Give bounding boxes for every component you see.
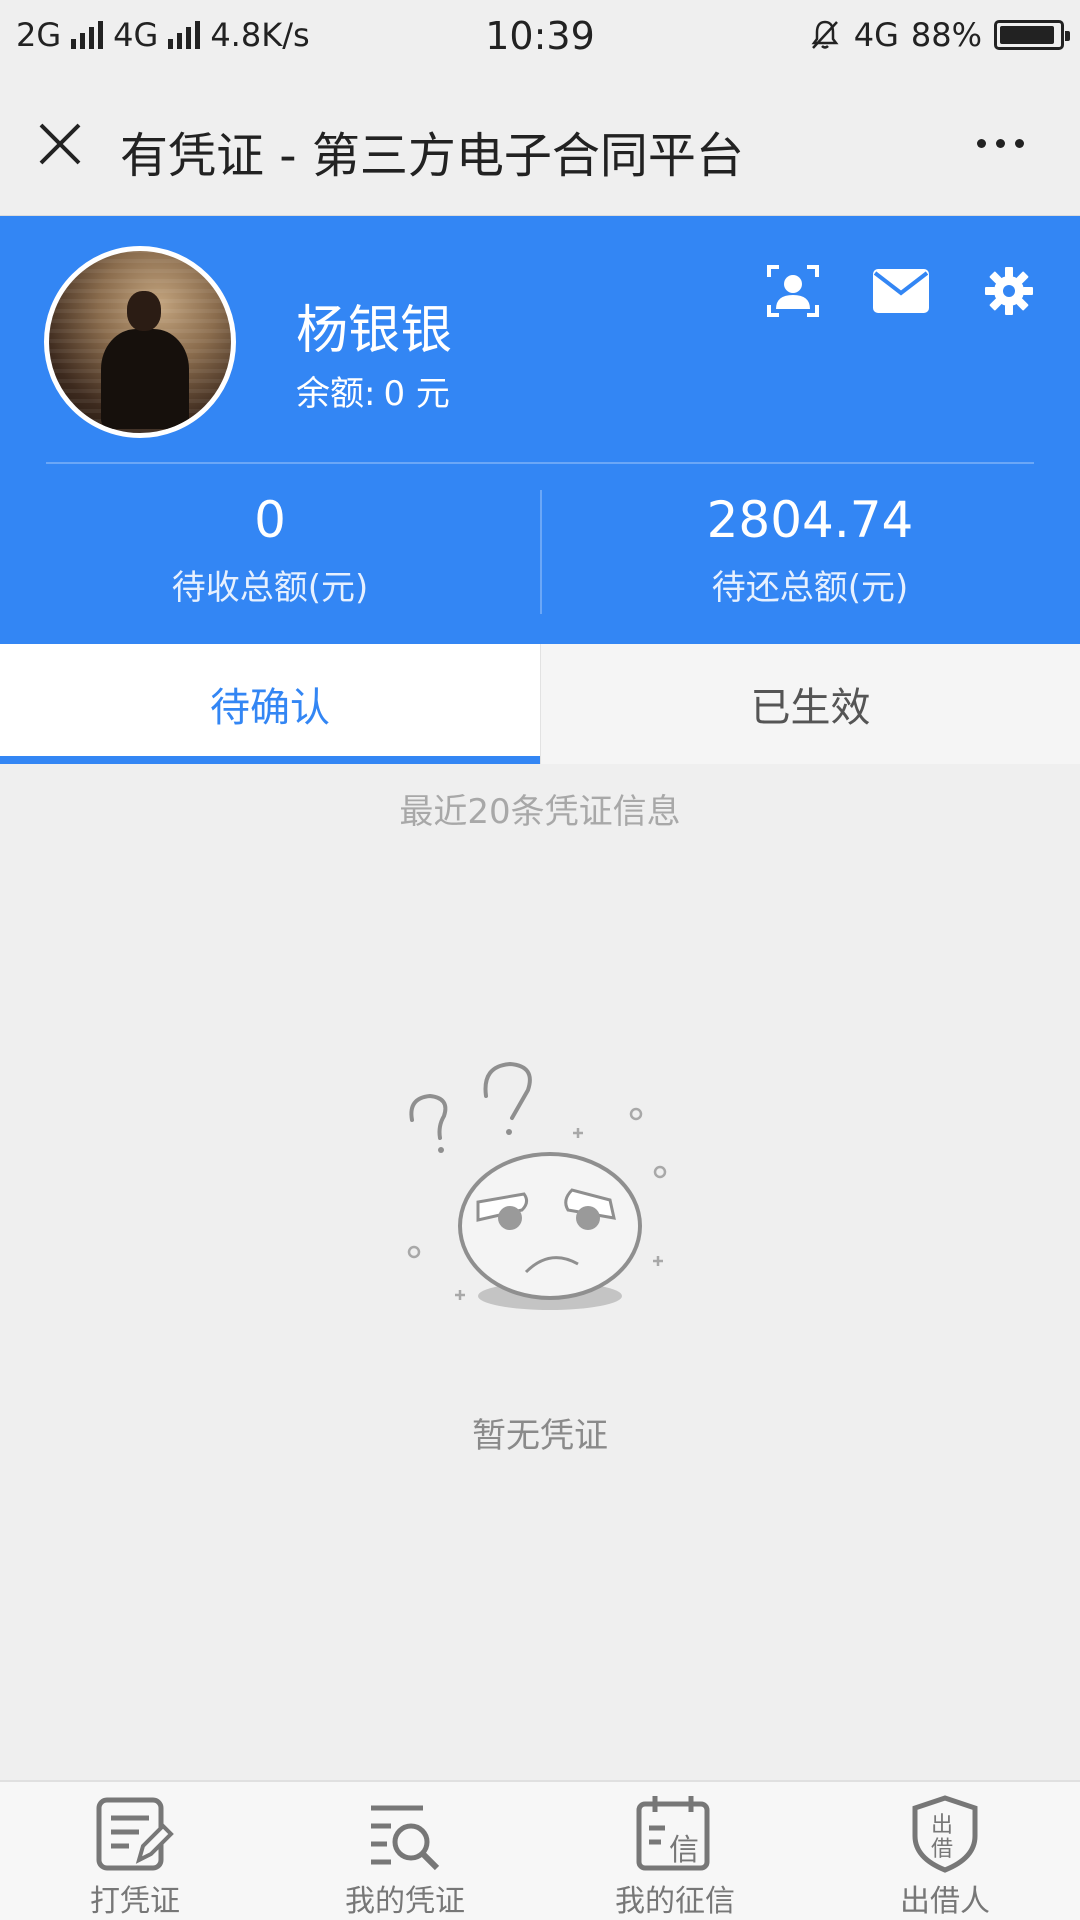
receivable-total[interactable]: 0 待收总额(元): [0, 492, 540, 609]
nav-label: 我的凭证: [345, 1884, 465, 1919]
status-right: 4G 88%: [808, 16, 1070, 54]
empty-state-text: 暂无凭证: [472, 1416, 608, 1456]
status-bar: 2G 4G 4.8K/s 10:39 4G 88%: [0, 0, 1080, 72]
settings-button[interactable]: [978, 260, 1040, 322]
balance-label: 余额:: [296, 374, 376, 414]
tab-effective[interactable]: 已生效: [540, 644, 1080, 764]
more-dot: [1014, 138, 1024, 148]
header-divider: [46, 462, 1034, 464]
receivable-value: 0: [254, 491, 286, 549]
nav-label: 我的征信: [615, 1884, 735, 1919]
balance: 余额: 0 元: [296, 366, 450, 415]
svg-text:借: 借: [931, 1837, 953, 1862]
avatar-figure-head: [127, 291, 161, 331]
nav-label: 打凭证: [90, 1884, 180, 1919]
more-dot: [995, 138, 1005, 148]
user-name: 杨银银: [296, 301, 453, 361]
battery-percent: 88%: [910, 16, 982, 54]
network-4g-right: 4G: [853, 16, 899, 54]
credit-calendar-icon: 信: [636, 1796, 710, 1871]
payable-value: 2804.74: [706, 491, 914, 549]
contact-card-icon: [767, 265, 819, 317]
nav-lender[interactable]: 出 借 出借人: [810, 1782, 1080, 1920]
balance-value: 0 元: [383, 374, 450, 414]
nav-write-voucher[interactable]: 打凭证: [0, 1782, 270, 1920]
payable-total[interactable]: 2804.74 待还总额(元): [540, 492, 1080, 609]
write-document-icon: [96, 1797, 174, 1871]
page: 2G 4G 4.8K/s 10:39 4G 88% 有凭证 - 第三方电子合同平…: [0, 0, 1080, 1920]
receivable-label: 待收总额(元): [171, 568, 369, 608]
bottom-nav: 打凭证 我的凭证 信 我的征信 出 借 出借人: [0, 1780, 1080, 1920]
envelope-icon: [873, 269, 929, 313]
recent-note: 最近20条凭证信息: [399, 792, 681, 832]
contact-card-button[interactable]: [762, 260, 824, 322]
close-button[interactable]: [30, 114, 90, 174]
svg-text:出: 出: [931, 1813, 953, 1838]
message-button[interactable]: [870, 260, 932, 322]
more-button[interactable]: [960, 118, 1040, 168]
close-icon: [39, 123, 81, 165]
mute-bell-icon: [811, 20, 839, 49]
title-bar: 有凭证 - 第三方电子合同平台: [0, 72, 1080, 216]
confused-face-icon: [407, 1061, 667, 1310]
battery-icon: [994, 20, 1070, 50]
tab-pending[interactable]: 待确认: [0, 644, 540, 764]
more-dot: [976, 138, 986, 148]
nav-label: 出借人: [900, 1884, 990, 1919]
nav-my-vouchers[interactable]: 我的凭证: [270, 1782, 540, 1920]
nav-my-credit[interactable]: 信 我的征信: [540, 1782, 810, 1920]
profile-header: 杨银银 余额: 0 元 0 待收总额(元) 2804.74 待还总额(元): [0, 216, 1080, 644]
gear-icon: [985, 267, 1033, 315]
lender-shield-icon: 出 借: [912, 1795, 978, 1873]
avatar[interactable]: [44, 246, 236, 438]
tab-bar: 待确认 已生效: [0, 644, 1080, 764]
page-title: 有凭证 - 第三方电子合同平台: [120, 128, 744, 184]
svg-text:信: 信: [669, 1833, 699, 1868]
search-list-icon: [371, 1805, 440, 1871]
header-actions: [762, 260, 1040, 322]
avatar-figure-body: [101, 329, 189, 429]
payable-label: 待还总额(元): [711, 568, 909, 608]
